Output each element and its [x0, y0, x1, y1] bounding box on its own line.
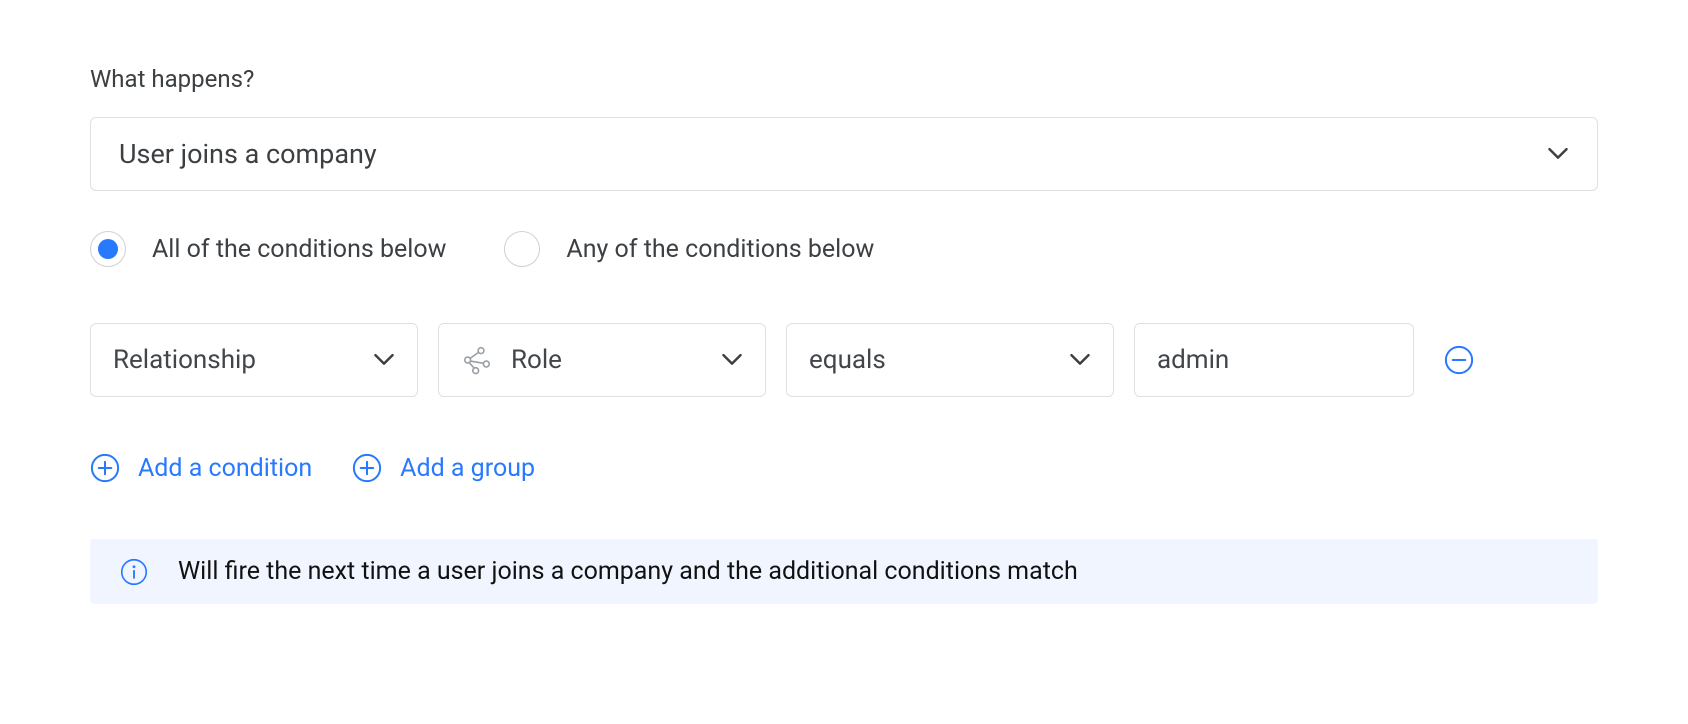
chevron-down-icon: [373, 349, 395, 371]
chevron-down-icon: [1547, 143, 1569, 165]
add-group-button[interactable]: Add a group: [352, 453, 535, 483]
radio-label: Any of the conditions below: [566, 235, 874, 264]
info-text: Will fire the next time a user joins a c…: [178, 557, 1078, 586]
condition-operator-select[interactable]: equals: [786, 323, 1114, 397]
remove-condition-button[interactable]: [1444, 345, 1474, 375]
trigger-select[interactable]: User joins a company: [90, 117, 1598, 191]
condition-value-input[interactable]: [1134, 323, 1414, 397]
plus-circle-icon: [90, 453, 120, 483]
what-happens-label: What happens?: [90, 65, 1598, 93]
chevron-down-icon: [1069, 349, 1091, 371]
add-condition-button[interactable]: Add a condition: [90, 453, 312, 483]
condition-attribute-select[interactable]: Role: [438, 323, 766, 397]
match-mode-group: All of the conditions below Any of the c…: [90, 231, 1598, 267]
chevron-down-icon: [721, 349, 743, 371]
radio-indicator: [504, 231, 540, 267]
plus-circle-icon: [352, 453, 382, 483]
trigger-value: User joins a company: [119, 138, 377, 170]
info-banner: Will fire the next time a user joins a c…: [90, 539, 1598, 604]
radio-indicator: [90, 231, 126, 267]
condition-operator-value: equals: [809, 345, 886, 375]
radio-label: All of the conditions below: [152, 235, 446, 264]
info-icon: [120, 558, 148, 586]
match-all-radio[interactable]: All of the conditions below: [90, 231, 446, 267]
add-group-label: Add a group: [400, 454, 535, 483]
actions-row: Add a condition Add a group: [90, 453, 1598, 483]
condition-attribute-value: Role: [511, 345, 562, 375]
condition-field-value: Relationship: [113, 345, 256, 375]
add-condition-label: Add a condition: [138, 454, 312, 483]
condition-field-select[interactable]: Relationship: [90, 323, 418, 397]
graph-icon: [461, 344, 493, 376]
match-any-radio[interactable]: Any of the conditions below: [504, 231, 874, 267]
condition-row: Relationship Role equals: [90, 323, 1598, 397]
